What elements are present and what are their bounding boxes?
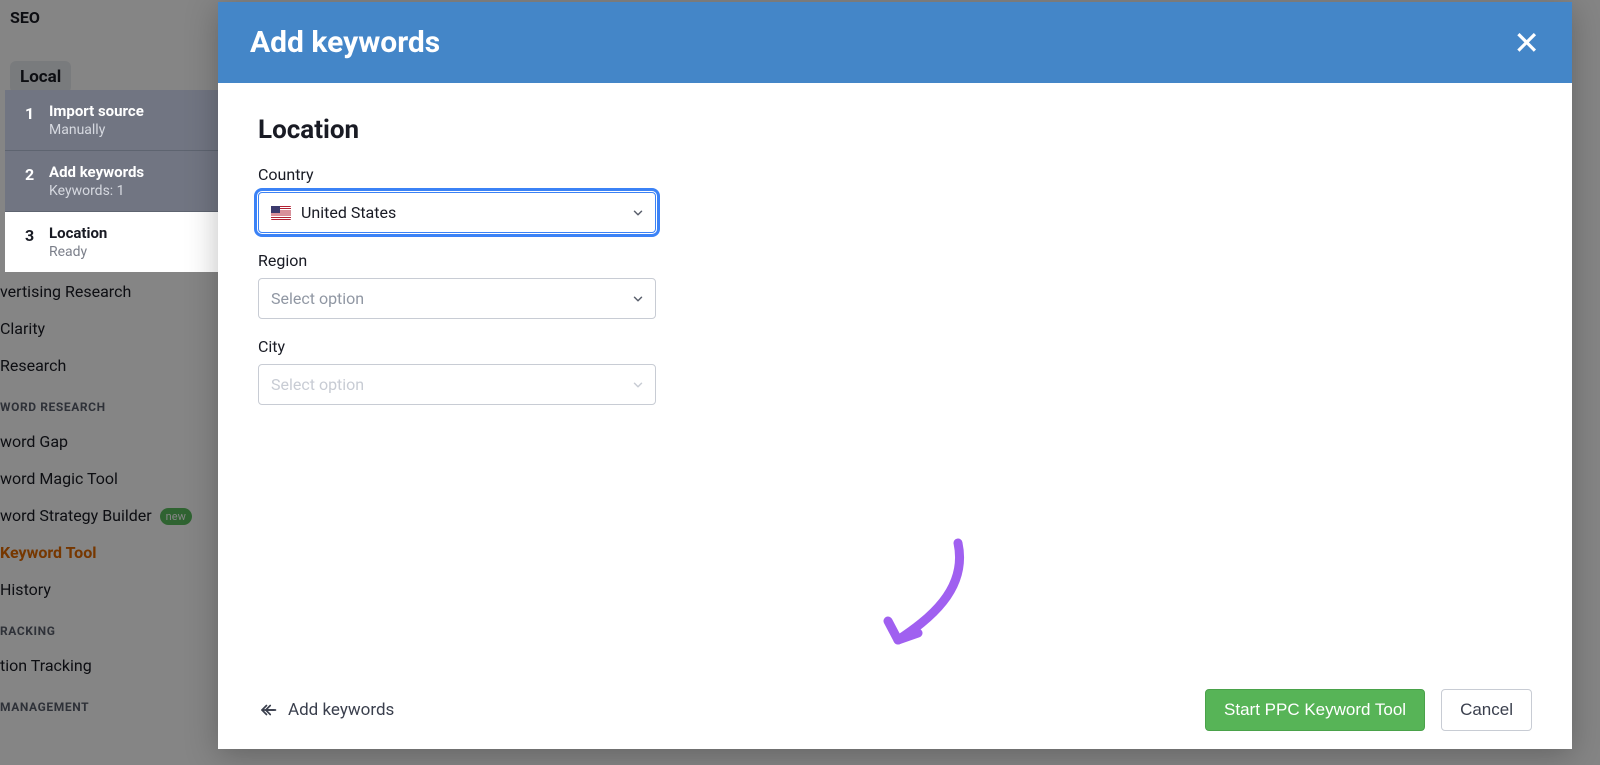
modal-footer: Add keywords Start PPC Keyword Tool Canc… [218,671,1572,749]
city-label: City [258,337,1532,356]
step-subtitle: Keywords: 1 [49,183,144,199]
region-label: Region [258,251,1532,270]
modal-header: Add keywords ✕ [218,2,1572,83]
add-keywords-modal: Add keywords ✕ Location Country United S… [218,2,1572,749]
step-number: 2 [25,163,37,184]
step-title: Location [49,224,107,242]
back-to-add-keywords[interactable]: Add keywords [258,700,394,720]
wizard-step-1[interactable]: 1 Import source Manually [5,90,218,151]
city-select[interactable]: Select option [258,364,656,405]
us-flag-icon [271,206,291,220]
start-ppc-keyword-tool-button[interactable]: Start PPC Keyword Tool [1205,689,1425,731]
country-select[interactable]: United States [258,192,656,233]
cancel-button[interactable]: Cancel [1441,689,1532,731]
region-placeholder: Select option [271,289,364,308]
modal-body: Location Country United States Region Se… [218,83,1572,671]
region-select[interactable]: Select option [258,278,656,319]
wizard-step-3[interactable]: 3 Location Ready [5,212,218,272]
step-number: 3 [25,224,37,245]
annotation-arrow-icon [868,535,988,665]
wizard-steps-panel: 1 Import source Manually 2 Add keywords … [5,90,218,272]
chevron-down-icon [631,378,645,392]
city-placeholder: Select option [271,375,364,394]
step-title: Add keywords [49,163,144,181]
back-label: Add keywords [288,700,394,720]
country-label: Country [258,165,1532,184]
arrow-left-icon [258,701,278,719]
chevron-down-icon [631,206,645,220]
close-icon[interactable]: ✕ [1513,27,1540,59]
location-form: Location Country United States Region Se… [218,83,1572,671]
modal-title: Add keywords [250,25,440,60]
country-value: United States [301,203,396,222]
section-title-location: Location [258,115,1532,145]
step-number: 1 [25,102,37,123]
step-title: Import source [49,102,144,120]
wizard-step-2[interactable]: 2 Add keywords Keywords: 1 [5,151,218,212]
chevron-down-icon [631,292,645,306]
step-subtitle: Ready [49,244,107,260]
step-subtitle: Manually [49,122,144,138]
